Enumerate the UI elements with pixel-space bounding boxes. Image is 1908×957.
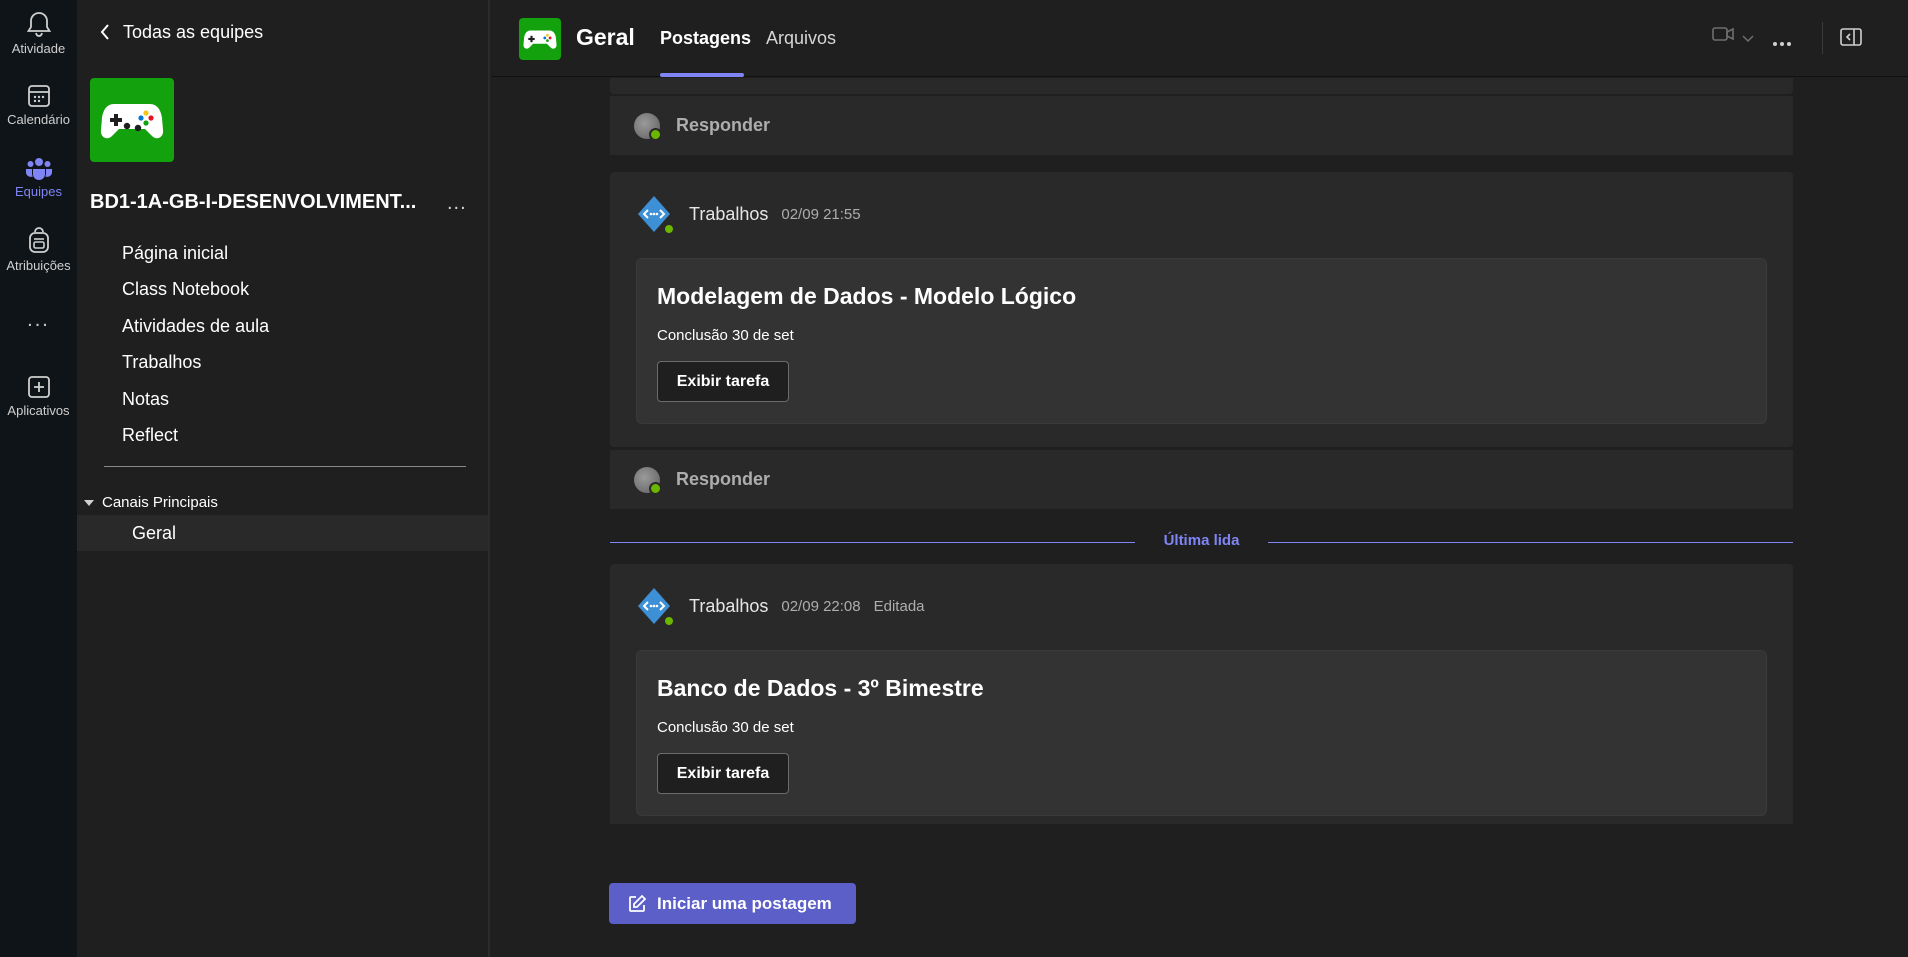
gamepad-icon xyxy=(100,104,164,139)
chevron-left-icon xyxy=(100,24,109,40)
post-header: Trabalhos 02/09 21:55 xyxy=(634,194,887,235)
chevron-down-icon xyxy=(1742,35,1754,43)
nav-item-reflect[interactable]: Reflect xyxy=(122,423,269,459)
rail-more[interactable]: ... xyxy=(0,309,77,332)
team-name: BD1-1A-GB-I-DESENVOLVIMENT... xyxy=(90,191,417,213)
post-card: Trabalhos 02/09 21:55 Modelagem de Dados… xyxy=(610,172,1793,447)
reply-label: Responder xyxy=(676,469,771,489)
reply-button[interactable]: Responder xyxy=(610,95,1793,155)
last-read-divider: Última lida xyxy=(610,530,1793,554)
channel-group-label: Canais Principais xyxy=(102,494,218,511)
channel-group-toggle[interactable]: Canais Principais xyxy=(84,494,218,511)
posts-feed: Responder Trabalhos 02/09 21:55 Modelage… xyxy=(492,78,1908,957)
assignment-card: Modelagem de Dados - Modelo Lógico Concl… xyxy=(636,258,1767,424)
rail-calendar[interactable]: Calendário xyxy=(0,83,77,127)
assignment-due: Conclusão 30 de set xyxy=(657,327,794,344)
nav-item-class-activities[interactable]: Atividades de aula xyxy=(122,314,269,350)
meet-dropdown[interactable] xyxy=(1742,30,1754,48)
tab-postagens[interactable]: Postagens xyxy=(660,28,751,49)
rail-apps[interactable]: Aplicativos xyxy=(0,374,77,418)
post-header: Trabalhos 02/09 22:08 Editada xyxy=(634,586,938,627)
add-apps-icon xyxy=(27,376,50,398)
check-badge-icon xyxy=(663,615,675,627)
rail-assignments[interactable]: Atribuições xyxy=(0,227,77,273)
rail-label: Calendário xyxy=(7,112,70,127)
rail-teams[interactable]: Equipes xyxy=(0,155,77,199)
nav-item-home[interactable]: Página inicial xyxy=(122,241,269,277)
toggle-panel-button[interactable] xyxy=(1840,28,1862,51)
video-camera-icon xyxy=(1712,27,1734,41)
view-assignment-button[interactable]: Exibir tarefa xyxy=(657,361,789,402)
post-timestamp: 02/09 21:55 xyxy=(781,205,861,223)
reply-label: Responder xyxy=(676,115,771,135)
reply-button[interactable]: Responder xyxy=(610,449,1793,509)
channel-avatar xyxy=(519,18,561,60)
team-panel: Todas as equipes BD1-1A-GB-I-DESENVOLVIM… xyxy=(77,0,490,957)
post-author[interactable]: Trabalhos xyxy=(689,204,768,225)
assignment-title: Modelagem de Dados - Modelo Lógico xyxy=(657,283,1077,309)
gamepad-icon xyxy=(523,30,557,49)
back-to-teams-button[interactable]: Todas as equipes xyxy=(99,20,263,44)
bell-icon xyxy=(26,12,51,37)
team-avatar[interactable] xyxy=(90,78,174,162)
previous-post-card xyxy=(610,78,1793,94)
nav-item-class-notebook[interactable]: Class Notebook xyxy=(122,277,269,313)
rail-label: Atividade xyxy=(11,41,66,56)
assignments-app-icon xyxy=(634,586,675,627)
header-more-options-button[interactable] xyxy=(1772,34,1792,52)
assignments-app-icon xyxy=(634,194,675,235)
side-panel-icon xyxy=(1840,28,1862,46)
nav-item-assignments[interactable]: Trabalhos xyxy=(122,350,269,386)
assignment-title: Banco de Dados - 3º Bimestre xyxy=(657,675,984,701)
compose-icon xyxy=(629,894,647,912)
app-rail: Atividade Calendário Equipes Atribuições… xyxy=(0,0,77,957)
nav-divider xyxy=(104,466,466,467)
channel-title: Geral xyxy=(576,24,635,50)
assignment-due: Conclusão 30 de set xyxy=(657,719,794,736)
caret-down-icon xyxy=(84,499,94,506)
meet-button[interactable] xyxy=(1712,26,1734,47)
start-post-button[interactable]: Iniciar uma postagem xyxy=(609,883,856,924)
more-icon xyxy=(1773,42,1791,46)
calendar-icon xyxy=(27,85,50,107)
team-nav: Página inicial Class Notebook Atividades… xyxy=(122,241,269,459)
channel-item-geral[interactable]: Geral xyxy=(77,515,488,551)
post-timestamp: 02/09 22:08 xyxy=(781,597,861,615)
team-more-options-button[interactable]: ... xyxy=(447,192,467,215)
header-separator xyxy=(1822,22,1823,54)
view-assignment-button[interactable]: Exibir tarefa xyxy=(657,753,789,794)
more-icon: ... xyxy=(27,309,50,331)
back-label: Todas as equipes xyxy=(123,21,264,42)
rail-label: Equipes xyxy=(15,184,62,199)
start-post-label: Iniciar uma postagem xyxy=(657,893,832,913)
active-tab-indicator xyxy=(660,73,744,77)
rail-label: Aplicativos xyxy=(7,403,70,418)
last-read-label: Última lida xyxy=(1163,532,1240,549)
nav-item-grades[interactable]: Notas xyxy=(122,387,269,423)
assignment-card: Banco de Dados - 3º Bimestre Conclusão 3… xyxy=(636,650,1767,816)
post-edited-label: Editada xyxy=(873,597,925,615)
tab-arquivos[interactable]: Arquivos xyxy=(766,28,836,49)
check-badge-icon xyxy=(663,223,675,235)
post-author[interactable]: Trabalhos xyxy=(689,596,768,617)
avatar xyxy=(634,112,662,141)
avatar xyxy=(634,466,662,495)
channel-header: Geral Postagens Arquivos xyxy=(492,0,1908,77)
post-card: Trabalhos 02/09 22:08 Editada Banco de D… xyxy=(610,564,1793,824)
rail-label: Atribuições xyxy=(6,258,71,273)
teams-icon xyxy=(25,158,52,180)
rail-activity[interactable]: Atividade xyxy=(0,10,77,56)
backpack-icon xyxy=(28,227,49,253)
